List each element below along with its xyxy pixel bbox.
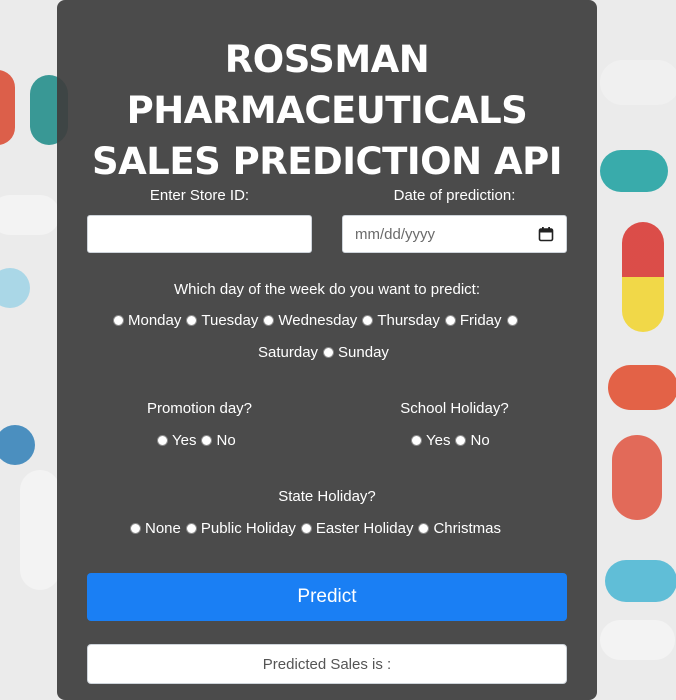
radio-public-holiday[interactable] [185, 523, 197, 534]
date-label: Date of prediction: [393, 187, 516, 204]
radio-promotion-no[interactable] [201, 435, 213, 446]
calendar-icon[interactable] [538, 226, 554, 242]
option-label: None [145, 520, 181, 537]
option-label: Christmas [433, 520, 501, 537]
predicted-sales-output: Predicted Sales is : [87, 644, 567, 684]
radio-monday[interactable] [113, 315, 124, 326]
school-holiday-options: Yes No [406, 432, 490, 449]
store-id-input[interactable] [87, 215, 312, 253]
promotion-label: Promotion day? [146, 400, 253, 417]
option-label: No [470, 432, 490, 449]
title-line: SALES PREDICTION API [91, 140, 563, 183]
day-of-week-question: Which day of the week do you want to pre… [174, 281, 480, 298]
option-label: Yes [426, 432, 451, 449]
option-label: Yes [172, 432, 197, 449]
radio-school-holiday-yes[interactable] [411, 435, 422, 446]
date-input[interactable]: mm/dd/yyyy [342, 215, 567, 253]
day-of-week-options: Monday Tuesday Wednesday Thursday Friday [108, 312, 522, 329]
option-label: Tuesday [201, 312, 259, 329]
state-holiday-label: State Holiday? [278, 488, 376, 505]
radio-christmas[interactable] [418, 523, 430, 534]
predict-button[interactable]: Predict [87, 573, 567, 621]
radio-promotion-yes[interactable] [157, 435, 168, 446]
option-label: Public Holiday [200, 520, 296, 537]
date-placeholder: mm/dd/yyyy [355, 225, 436, 243]
radio-sunday[interactable] [323, 347, 335, 358]
radio-easter-holiday[interactable] [300, 523, 312, 534]
option-label: Easter Holiday [315, 520, 414, 537]
radio-wednesday[interactable] [263, 315, 275, 326]
option-label: Saturday [258, 344, 319, 361]
school-holiday-label: School Holiday? [400, 400, 509, 417]
radio-saturday[interactable] [506, 315, 518, 326]
option-label: Friday [459, 312, 502, 329]
radio-school-holiday-no[interactable] [455, 435, 467, 446]
option-label: Monday [128, 312, 182, 329]
option-label: Thursday [377, 312, 440, 329]
title-line: ROSSMAN [224, 38, 430, 81]
radio-friday[interactable] [444, 315, 456, 326]
radio-none[interactable] [130, 523, 141, 534]
state-holiday-options: None Public Holiday Easter Holiday Chris… [125, 520, 501, 537]
option-label: Sunday [338, 344, 389, 361]
option-label: Wednesday [278, 312, 358, 329]
promotion-options: Yes No [152, 432, 236, 449]
prediction-form-panel: ROSSMAN PHARMACEUTICALS SALES PREDICTION… [57, 0, 597, 700]
store-id-label: Enter Store ID: [149, 187, 250, 204]
radio-thursday[interactable] [362, 315, 374, 326]
day-of-week-options-wrap: Saturday Sunday [258, 344, 389, 361]
page-title: ROSSMAN PHARMACEUTICALS SALES PREDICTION… [57, 34, 597, 187]
option-label: No [216, 432, 236, 449]
title-line: PHARMACEUTICALS [126, 89, 528, 132]
radio-tuesday[interactable] [186, 315, 198, 326]
